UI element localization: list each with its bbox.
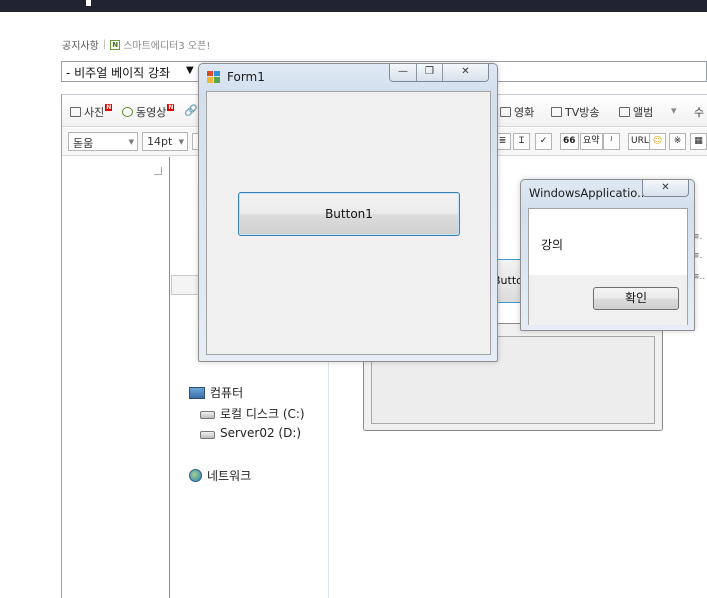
ok-button-label: 확인 — [624, 291, 648, 305]
category-select-value: - 비주얼 베이직 강좌 — [66, 66, 171, 80]
photo-button[interactable]: 사진 N — [70, 103, 113, 120]
play-icon — [122, 107, 133, 117]
close-icon: ✕ — [461, 66, 470, 77]
message-box-footer: 확인 — [529, 275, 687, 325]
network-icon — [189, 469, 202, 482]
site-logo-icon — [86, 0, 91, 6]
summary-button[interactable]: 요약 — [580, 133, 603, 150]
dropdown-arrow-icon: ▼ — [186, 65, 194, 76]
new-badge-icon: N — [105, 103, 113, 111]
message-box-content: 강의 확인 — [528, 208, 688, 325]
notice-bar: 공지사항 | N 스마트에디터3 오픈! — [62, 37, 210, 52]
more-button[interactable]: 수 — [694, 104, 704, 120]
top-navigation-bar — [0, 0, 707, 12]
drive-icon — [200, 411, 215, 419]
dropdown-arrow-icon: ▼ — [178, 138, 184, 146]
computer-icon — [189, 386, 205, 399]
font-family-select[interactable]: 돋움 ▼ — [68, 132, 138, 151]
font-size-select[interactable]: 14pt ▼ — [142, 132, 188, 151]
line-height-icon[interactable]: Ɪ — [513, 133, 530, 150]
button1[interactable]: Button1 — [238, 192, 460, 236]
form1-window: Form1 — ❐ ✕ Button1 — [198, 63, 498, 362]
editor-left-pane — [62, 157, 170, 598]
tree-node-label: 컴퓨터 — [210, 386, 244, 400]
album-label: 앨범 — [633, 106, 654, 119]
tv-icon — [551, 107, 562, 117]
link-button[interactable]: 🔗 — [184, 104, 198, 117]
minimize-icon: — — [398, 66, 408, 77]
maximize-button[interactable]: ❐ — [417, 64, 443, 81]
window-title: Form1 — [227, 70, 265, 84]
movie-button[interactable]: 영화 — [500, 104, 534, 120]
tv-label: TV방송 — [565, 106, 600, 119]
font-family-value: 돋움 — [73, 137, 94, 150]
close-button[interactable]: ✕ — [642, 180, 689, 197]
photo-label: 사진 — [84, 106, 105, 119]
tree-node-computer[interactable]: 컴퓨터 — [189, 384, 243, 401]
resize-corner-icon — [154, 167, 162, 175]
table-icon[interactable]: ▦ — [690, 133, 707, 150]
new-badge-icon: N — [110, 39, 121, 50]
ok-button[interactable]: 확인 — [593, 287, 679, 310]
dropdown-arrow-icon: ▼ — [128, 138, 134, 146]
close-icon: ✕ — [661, 182, 670, 193]
tree-node-label: 네트워크 — [207, 469, 252, 483]
tree-node-server[interactable]: Server02 (D:) — [200, 426, 301, 440]
tree-node-local-disk[interactable]: 로컬 디스크 (C:) — [200, 405, 305, 422]
notice-separator: | — [102, 39, 107, 50]
message-text: 강의 — [541, 238, 564, 252]
link-icon: 🔗 — [184, 104, 198, 117]
url-label: URL — [631, 136, 649, 146]
tree-node-network[interactable]: 네트워크 — [189, 467, 251, 484]
caption-buttons: — ❐ ✕ — [389, 64, 489, 82]
spell-check-icon[interactable]: ✓ — [535, 133, 552, 150]
font-size-value: 14pt — [147, 135, 173, 148]
more-label: 수 — [694, 106, 705, 119]
drive-icon — [200, 430, 215, 439]
quote-icon: 66 — [563, 136, 576, 146]
music-note-icon — [619, 107, 630, 117]
restore-icon: ❐ — [425, 66, 434, 77]
camera-icon — [70, 107, 81, 117]
video-label: 동영상 — [136, 106, 167, 119]
emoticon-icon[interactable]: ☺ — [649, 133, 666, 150]
close-button[interactable]: ✕ — [443, 64, 488, 81]
new-badge-icon: N — [167, 103, 175, 111]
video-button[interactable]: 동영상 N — [122, 103, 175, 120]
message-box-window: WindowsApplicatio... ✕ 강의 확인 — [520, 179, 695, 331]
more-dropdown[interactable]: ▾ — [671, 104, 677, 117]
minimize-button[interactable]: — — [390, 64, 417, 81]
button1-label: Button1 — [325, 207, 373, 221]
summary-label: 요약 — [583, 136, 600, 146]
quote-button[interactable]: 66 — [560, 133, 579, 150]
notice-label[interactable]: 공지사항 — [62, 37, 99, 52]
app-icon — [207, 71, 220, 83]
special-char-icon[interactable]: ※ — [669, 133, 686, 150]
translate-icon[interactable]: ᴶ — [603, 133, 620, 150]
movie-label: 영화 — [514, 106, 535, 119]
tree-node-label: 로컬 디스크 (C:) — [220, 407, 305, 421]
form1-client-area: Button1 — [206, 91, 491, 355]
tree-node-label: Server02 (D:) — [220, 426, 302, 440]
tv-button[interactable]: TV방송 — [551, 104, 599, 120]
tree-button-partial[interactable] — [171, 275, 201, 295]
form1-titlebar[interactable]: Form1 — ❐ ✕ — [199, 64, 497, 91]
album-button[interactable]: 앨범 — [619, 104, 653, 120]
message-box-title[interactable]: WindowsApplicatio... — [529, 186, 645, 200]
notice-link[interactable]: 스마트에디터3 오픈! — [123, 37, 210, 52]
film-icon — [500, 107, 511, 117]
